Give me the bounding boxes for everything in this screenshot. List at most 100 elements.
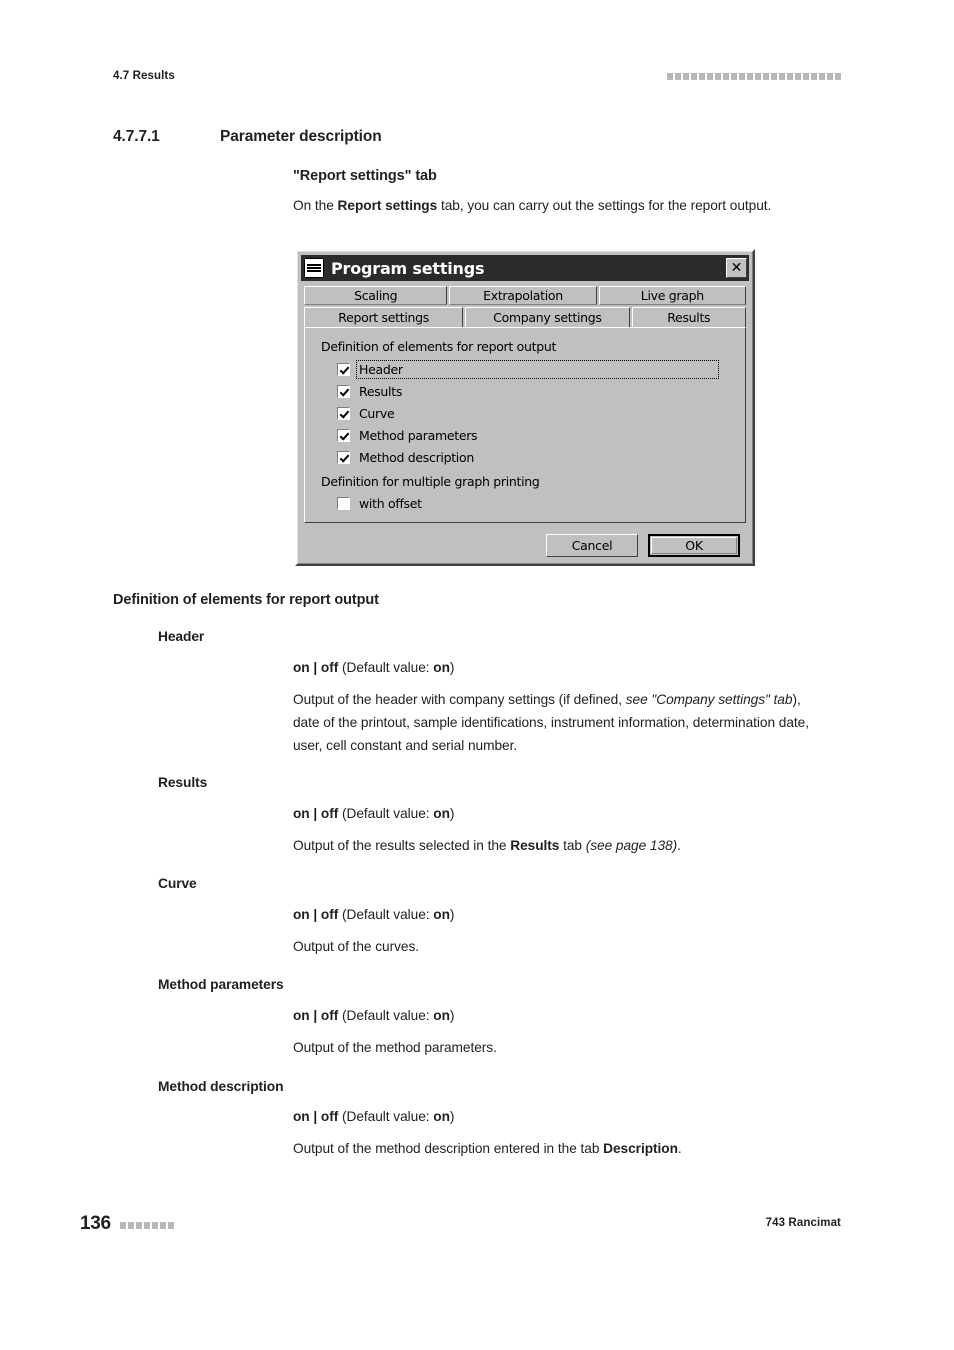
checkbox-label-method-description: Method description <box>359 449 474 465</box>
checkbox-method-parameters[interactable] <box>337 428 350 442</box>
value-on-curve: on <box>293 907 310 922</box>
section-heading: 4.7.7.1 Parameter description <box>113 128 382 146</box>
value-default-header: on <box>433 660 450 675</box>
checkbox-method-description[interactable] <box>337 450 350 464</box>
tab-strip: Scaling Extrapolation Live graph Report … <box>304 286 746 327</box>
value-sep-header: | <box>309 660 321 675</box>
value-off-header: off <box>320 660 339 675</box>
desc-header-part1: Output of the header with company settin… <box>293 692 626 707</box>
desc-method-description: Output of the method description entered… <box>293 1137 829 1160</box>
group-label-elements: Definition of elements for report output <box>321 339 557 354</box>
value-default-prefix-method-description: (Default value: <box>338 1109 434 1124</box>
checkbox-label-curve: Curve <box>359 405 395 421</box>
header-decoration-squares <box>667 73 841 80</box>
program-settings-dialog[interactable]: Program settings ✕ Scaling Extrapolation… <box>295 249 755 566</box>
value-default-suffix-method-parameters: ) <box>449 1008 455 1023</box>
checkbox-label-with-offset: with offset <box>359 495 422 511</box>
tab-report-settings[interactable]: Report settings <box>304 307 464 327</box>
term-header: Header <box>158 629 205 644</box>
value-default-suffix-curve: ) <box>449 907 455 922</box>
footer-product-name: 743 Rancimat <box>765 1217 841 1229</box>
page-number: 136 <box>80 1213 111 1234</box>
value-line-results: on | off (Default value: on) <box>293 802 829 825</box>
checkbox-row-curve[interactable]: Curve <box>337 402 745 424</box>
tab-row-lower: Report settings Company settings Results <box>304 307 746 327</box>
value-default-prefix-header: (Default value: <box>338 660 434 675</box>
desc-results-part3: . <box>677 838 681 853</box>
section-title: Parameter description <box>220 128 382 145</box>
checkbox-label-header: Header <box>356 359 719 379</box>
section-number: 4.7.7.1 <box>113 128 160 145</box>
desc-method-parameters: Output of the method parameters. <box>293 1040 497 1055</box>
value-default-suffix-results: ) <box>449 806 455 821</box>
value-sep-method-description: | <box>309 1109 321 1124</box>
value-sep-curve: | <box>309 907 321 922</box>
term-curve: Curve <box>158 876 197 891</box>
value-default-prefix-curve: (Default value: <box>338 907 434 922</box>
tab-results[interactable]: Results <box>631 307 746 327</box>
desc-results-italic: (see page 138) <box>585 838 678 853</box>
checkbox-row-method-parameters[interactable]: Method parameters <box>337 424 745 446</box>
group-label-multiple-graph: Definition for multiple graph printing <box>321 474 540 489</box>
desc-results-part2: tab <box>559 838 586 853</box>
value-default-method-description: on <box>433 1109 450 1124</box>
checkbox-row-with-offset[interactable]: with offset <box>337 492 745 514</box>
desc-method-description-part2: . <box>677 1141 682 1156</box>
checkbox-row-results[interactable]: Results <box>337 380 745 402</box>
running-header: 4.7 Results <box>113 70 841 86</box>
checkbox-label-results: Results <box>359 383 403 399</box>
checkbox-with-offset[interactable] <box>337 496 350 510</box>
desc-method-description-bold: Description <box>603 1141 678 1156</box>
ok-button[interactable]: OK <box>648 533 740 557</box>
desc-header: Output of the header with company settin… <box>293 688 829 757</box>
dialog-titlebar[interactable]: Program settings ✕ <box>301 255 749 281</box>
value-off-curve: off <box>320 907 339 922</box>
value-off-method-description: off <box>320 1109 339 1124</box>
program-settings-icon <box>304 258 324 278</box>
value-default-curve: on <box>433 907 450 922</box>
value-default-prefix-results: (Default value: <box>338 806 434 821</box>
value-line-method-parameters: on | off (Default value: on) <box>293 1004 829 1027</box>
ok-button-label: OK <box>651 536 737 554</box>
desc-results: Output of the results selected in the Re… <box>293 834 829 857</box>
checkbox-row-method-description[interactable]: Method description <box>337 446 745 468</box>
value-default-prefix-method-parameters: (Default value: <box>338 1008 434 1023</box>
close-icon[interactable]: ✕ <box>726 258 747 278</box>
intro-text-after: tab, you can carry out the settings for … <box>437 198 772 213</box>
dialog-inner-frame: Program settings ✕ Scaling Extrapolation… <box>297 251 753 564</box>
tab-scaling[interactable]: Scaling <box>304 286 448 305</box>
desc-results-part1: Output of the results selected in the <box>293 838 511 853</box>
checkbox-header[interactable] <box>337 362 350 376</box>
running-header-text: 4.7 Results <box>113 70 175 82</box>
desc-header-italic: see "Company settings" tab <box>625 692 793 707</box>
value-sep-method-parameters: | <box>309 1008 321 1023</box>
value-default-results: on <box>433 806 450 821</box>
intro-heading: "Report settings" tab <box>293 168 437 184</box>
desc-method-description-part1: Output of the method description entered… <box>293 1141 604 1156</box>
value-off-method-parameters: off <box>320 1008 339 1023</box>
term-results: Results <box>158 775 208 790</box>
value-on-header: on <box>293 660 310 675</box>
intro-paragraph: On the Report settings tab, you can carr… <box>293 194 829 217</box>
checkbox-results[interactable] <box>337 384 350 398</box>
value-on-results: on <box>293 806 310 821</box>
desc-curve: Output of the curves. <box>293 939 420 954</box>
value-on-method-parameters: on <box>293 1008 310 1023</box>
tab-row-upper: Scaling Extrapolation Live graph <box>304 286 746 305</box>
report-settings-panel: Definition of elements for report output… <box>304 327 746 523</box>
footer-decoration-squares <box>120 1222 174 1229</box>
value-default-suffix-method-description: ) <box>449 1109 455 1124</box>
dialog-button-bar: Cancel OK <box>301 531 749 559</box>
value-line-curve: on | off (Default value: on) <box>293 903 829 926</box>
checkbox-curve[interactable] <box>337 406 350 420</box>
checkbox-row-header[interactable]: Header <box>337 358 745 380</box>
tab-extrapolation[interactable]: Extrapolation <box>449 286 597 305</box>
tab-company-settings[interactable]: Company settings <box>465 307 630 327</box>
body-heading: Definition of elements for report output <box>113 592 379 608</box>
tab-live-graph[interactable]: Live graph <box>598 286 746 305</box>
dialog-title: Program settings <box>331 258 485 278</box>
intro-text-before: On the <box>293 198 338 213</box>
checkbox-label-method-parameters: Method parameters <box>359 427 478 443</box>
cancel-button[interactable]: Cancel <box>546 533 638 557</box>
value-off-results: off <box>320 806 339 821</box>
